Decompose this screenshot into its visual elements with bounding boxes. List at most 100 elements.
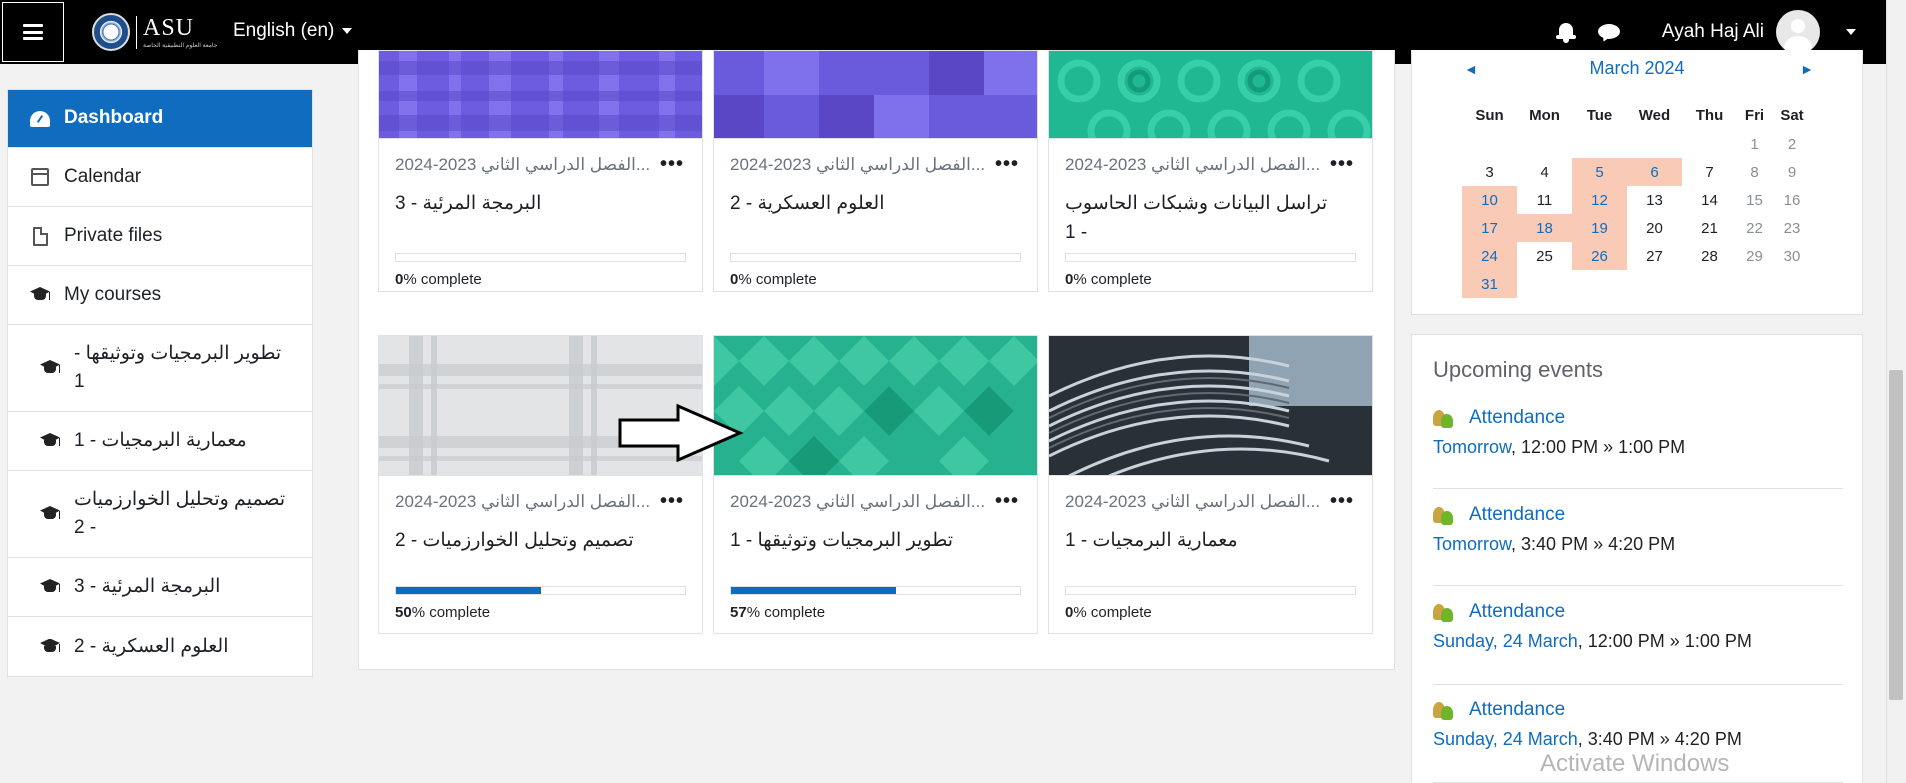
notifications-bell-icon[interactable] — [1555, 21, 1576, 43]
attendance-icon — [1433, 505, 1455, 525]
user-name[interactable]: Ayah Haj Ali — [1662, 21, 1764, 43]
course-name[interactable]: تراسل البيانات وشبكات الحاسوب - 1 — [1065, 189, 1332, 248]
sidebar-item-course[interactable]: تصميم وتحليل الخوارزميات - 2 — [8, 471, 312, 558]
course-card[interactable]: 2024-2023 الفصل الدراسي الثاني... ••• تص… — [378, 335, 703, 634]
event-day-link[interactable]: Sunday, 24 March — [1433, 631, 1578, 651]
event-day-link[interactable]: Sunday, 24 March — [1433, 729, 1578, 749]
event-link[interactable]: Attendance — [1469, 699, 1565, 721]
progress-text: 57% complete — [730, 604, 826, 621]
course-card[interactable]: 2024-2023 الفصل الدراسي الثاني... ••• تر… — [1048, 50, 1373, 292]
sidebar-item-course[interactable]: تطوير البرمجيات وتوثيقها - 1 — [8, 325, 312, 412]
calendar-empty-cell — [1572, 130, 1627, 158]
calendar-day[interactable]: 19 — [1572, 214, 1627, 242]
calendar-day[interactable]: 10 — [1462, 186, 1517, 214]
sidebar-item-label: Calendar — [64, 165, 142, 187]
calendar-empty-cell — [1572, 270, 1627, 298]
messages-icon[interactable] — [1597, 22, 1622, 44]
user-menu-chevron-icon[interactable] — [1846, 29, 1856, 35]
course-category: 2024-2023 الفصل الدراسي الثاني... — [395, 155, 651, 174]
event-link[interactable]: Attendance — [1469, 504, 1565, 526]
calendar-day: 30 — [1783, 247, 1801, 265]
weekday-header: Sat — [1780, 106, 1804, 124]
chevron-down-icon — [342, 28, 353, 34]
sidebar-item-dashboard[interactable]: Dashboard — [8, 90, 312, 148]
course-menu-button[interactable]: ••• — [995, 153, 1019, 176]
calendar-day: 7 — [1705, 163, 1714, 181]
course-card[interactable]: 2024-2023 الفصل الدراسي الثاني... ••• ال… — [378, 50, 703, 292]
course-name[interactable]: تطوير البرمجيات وتوثيقها - 1 — [730, 526, 997, 555]
calendar-day: 23 — [1783, 219, 1801, 237]
sidebar-item-label: تصميم وتحليل الخوارزميات - 2 — [74, 489, 286, 538]
sidebar-item-course[interactable]: البرمجة المرئية - 3 — [8, 558, 312, 617]
course-category: 2024-2023 الفصل الدراسي الثاني... — [730, 155, 986, 174]
event-day-link[interactable]: Tomorrow — [1433, 437, 1511, 457]
activate-windows-watermark: Activate Windows — [1540, 750, 1730, 777]
calendar-icon — [31, 168, 49, 186]
calendar-day[interactable]: 5 — [1572, 158, 1627, 186]
course-name[interactable]: معمارية البرمجيات - 1 — [1065, 526, 1332, 555]
calendar-month-title[interactable]: March 2024 — [1412, 58, 1862, 79]
course-menu-button[interactable]: ••• — [660, 490, 684, 513]
calendar-day[interactable]: 17 — [1462, 214, 1517, 242]
progress-fill — [731, 587, 896, 594]
calendar-day: 2 — [1787, 135, 1797, 153]
calendar-day[interactable]: 12 — [1572, 186, 1627, 214]
university-seal-icon — [92, 13, 130, 51]
event-link[interactable]: Attendance — [1469, 601, 1565, 623]
calendar-day[interactable]: 31 — [1462, 270, 1517, 298]
scrollbar-thumb[interactable] — [1889, 370, 1903, 700]
course-category: 2024-2023 الفصل الدراسي الثاني... — [1065, 492, 1321, 511]
nav-drawer: Dashboard Calendar Private files My cour… — [7, 89, 313, 677]
site-logo[interactable]: ASU جامعة العلوم التطبيقية الخاصة — [92, 10, 217, 54]
calendar-day[interactable]: 6 — [1627, 158, 1682, 186]
course-menu-button[interactable]: ••• — [660, 153, 684, 176]
progress-bar — [395, 253, 686, 262]
sidebar-item-label: العلوم العسكرية - 2 — [74, 635, 229, 657]
event-day-link[interactable]: Tomorrow — [1433, 534, 1511, 554]
calendar-day: 1 — [1750, 135, 1759, 153]
course-menu-button[interactable]: ••• — [1330, 490, 1354, 513]
course-image[interactable] — [714, 336, 1037, 476]
sidebar-item-private-files[interactable]: Private files — [8, 207, 312, 266]
calendar-day: 28 — [1701, 247, 1718, 265]
sidebar-item-calendar[interactable]: Calendar — [8, 148, 312, 207]
course-image[interactable] — [1049, 51, 1372, 139]
menu-toggle-button[interactable] — [2, 2, 64, 62]
event-item: Attendance Sunday, 24 March, 12:00 PM » … — [1433, 601, 1843, 685]
course-menu-button[interactable]: ••• — [1330, 153, 1354, 176]
graduation-cap-icon — [38, 360, 62, 376]
course-card[interactable]: 2024-2023 الفصل الدراسي الثاني... ••• مع… — [1048, 335, 1373, 634]
course-name[interactable]: العلوم العسكرية - 2 — [730, 189, 997, 218]
sidebar-item-course[interactable]: العلوم العسكرية - 2 — [8, 617, 312, 676]
next-month-button[interactable]: ► — [1800, 61, 1814, 77]
course-image[interactable] — [714, 51, 1037, 139]
course-image[interactable] — [1049, 336, 1372, 476]
calendar-day[interactable]: 18 — [1517, 214, 1572, 242]
sidebar-item-my-courses[interactable]: My courses — [8, 266, 312, 325]
course-card[interactable]: 2024-2023 الفصل الدراسي الثاني... ••• ال… — [713, 50, 1038, 292]
progress-text: 0% complete — [1065, 271, 1152, 288]
language-selector[interactable]: English (en) — [233, 20, 353, 42]
calendar-empty-cell — [1627, 130, 1682, 158]
language-label: English (en) — [233, 20, 335, 41]
logo-subtext: جامعة العلوم التطبيقية الخاصة — [143, 42, 218, 49]
course-name[interactable]: البرمجة المرئية - 3 — [395, 189, 662, 218]
progress-bar — [395, 586, 686, 595]
graduation-cap-icon — [38, 506, 62, 522]
user-avatar[interactable] — [1776, 10, 1820, 54]
sidebar-item-label: تطوير البرمجيات وتوثيقها - 1 — [74, 343, 282, 392]
sidebar-item-course[interactable]: معمارية البرمجيات - 1 — [8, 412, 312, 471]
calendar-day[interactable]: 24 — [1462, 242, 1517, 270]
course-name[interactable]: تصميم وتحليل الخوارزميات - 2 — [395, 526, 662, 555]
progress-text: 0% complete — [1065, 604, 1152, 621]
course-card[interactable]: 2024-2023 الفصل الدراسي الثاني... ••• تط… — [713, 335, 1038, 634]
calendar-day[interactable]: 26 — [1572, 242, 1627, 270]
course-image[interactable] — [379, 51, 702, 139]
file-icon — [32, 226, 48, 246]
calendar-day: 11 — [1536, 191, 1553, 209]
course-menu-button[interactable]: ••• — [995, 490, 1019, 513]
event-link[interactable]: Attendance — [1469, 407, 1565, 429]
event-item: Attendance Tomorrow, 3:40 PM » 4:20 PM — [1433, 504, 1843, 586]
event-time: , 12:00 PM » 1:00 PM — [1577, 631, 1752, 651]
dashboard-icon — [30, 110, 50, 127]
